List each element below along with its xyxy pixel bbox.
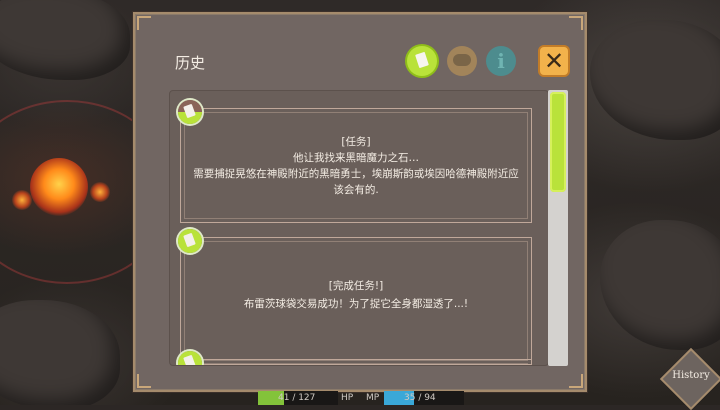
entry-text: [任务] 他让我找来黑暗魔力之石… 需要捕捉晃悠在神殿附近的黑暗勇士，埃崩斯韵或… [180,134,532,198]
entry-line: 他让我找来黑暗魔力之石… [293,152,419,164]
mp-value: 35 / 94 [404,393,436,403]
mp-bar: 35 / 94 [384,391,464,405]
close-icon: ✕ [543,47,565,75]
hp-label: HP [341,393,354,403]
close-button[interactable]: ✕ [538,45,570,77]
history-dialog: 历史 i ✕ [任务] 他让我找来黑暗魔力之石… 需要捕捉晃悠在神殿附近的黑暗勇… [133,12,587,392]
entry-line: 需要捕捉晃悠在神殿附近的黑暗勇士，埃崩斯韵或埃因哈德神殿附近应 [193,168,519,180]
history-entry: [完成任务!] 布雷茨球袋交易成功！为了捉它全身都湿透了...! [178,229,532,365]
tab-notes[interactable] [407,46,437,76]
history-entry: [任务] 他让我找来黑暗魔力之石… 需要捕捉晃悠在神殿附近的黑暗勇士，埃崩斯韵或… [178,100,532,223]
scrollbar-thumb[interactable] [550,92,566,192]
tab-chat[interactable] [447,46,477,76]
rock [590,20,720,140]
fire-monster-small[interactable] [90,182,110,202]
entry-line: 布雷茨球袋交易成功！为了捉它全身都湿透了...! [243,298,469,310]
hp-bar: 41 / 127 [258,391,338,405]
rock [0,0,130,80]
mp-label: MP [366,393,380,403]
rock [0,300,120,405]
scrollbar[interactable] [548,90,568,366]
corner-ornament [137,374,151,388]
tab-info[interactable]: i [486,46,516,76]
corner-ornament [569,374,583,388]
fire-monster-small[interactable] [12,190,32,210]
quest-complete-icon [178,229,202,253]
hp-value: 41 / 127 [278,393,316,403]
entry-line: 该会有的. [333,184,379,196]
entry-line: [任务] [341,136,371,148]
corner-ornament [569,16,583,30]
history-entry [178,351,532,365]
rock [600,220,720,350]
history-button-label[interactable]: History [665,370,717,381]
chat-bubble-icon [453,54,471,66]
entry-line: [完成任务!] [328,280,384,292]
info-icon: i [497,49,505,73]
note-icon [415,51,429,69]
fire-monster[interactable] [30,158,88,216]
entry-frame [180,359,532,365]
history-list[interactable]: [任务] 他让我找来黑暗魔力之石… 需要捕捉晃悠在神殿附近的黑暗勇士，埃崩斯韵或… [169,90,549,366]
entry-text: [完成任务!] 布雷茨球袋交易成功！为了捉它全身都湿透了...! [180,277,532,313]
corner-ornament [137,16,151,30]
quest-icon [178,100,202,124]
quest-complete-icon [178,351,202,365]
dialog-title: 历史 [175,54,206,72]
